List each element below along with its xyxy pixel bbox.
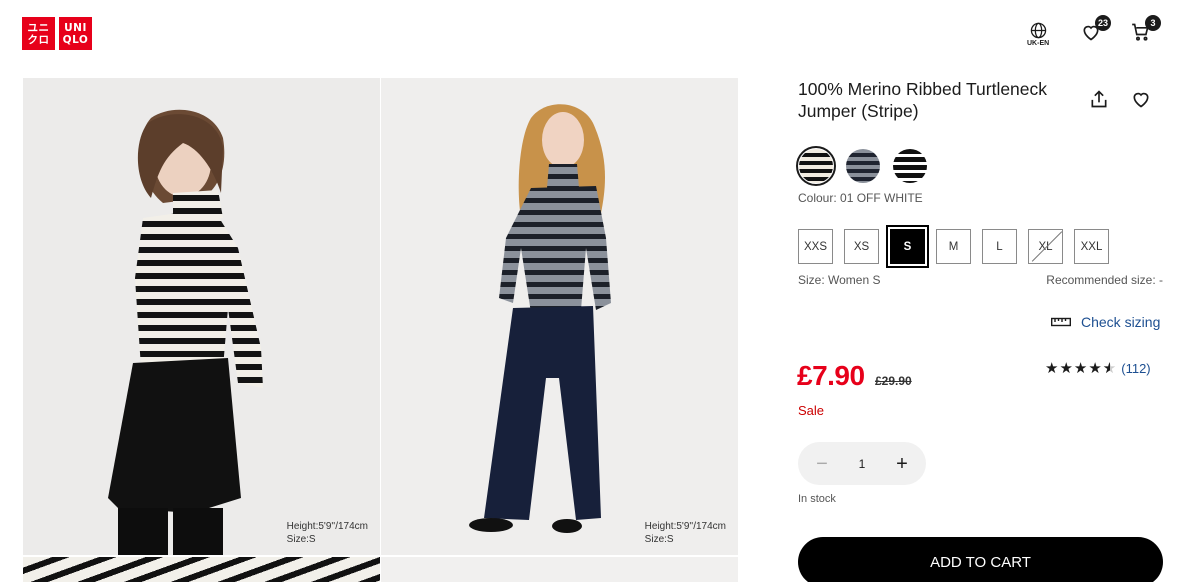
original-price: £29.90 <box>875 374 912 388</box>
product-title: 100% Merino Ribbed Turtleneck Jumper (St… <box>798 79 1048 121</box>
wishlist-count-badge: 23 <box>1094 15 1111 31</box>
globe-icon <box>1030 22 1046 39</box>
locale-label: UK-EN <box>1027 40 1050 47</box>
model-photo-illustration <box>469 104 611 533</box>
uniqlo-logo[interactable]: ユニ クロ UNI QLO <box>22 17 92 50</box>
size-label: Size: Women S <box>798 273 881 287</box>
product-photo-3[interactable] <box>23 557 380 582</box>
quantity-value: 1 <box>858 456 866 471</box>
cart-button[interactable]: 3 <box>1130 15 1161 42</box>
size-xl[interactable]: XL <box>1028 229 1063 264</box>
size-l[interactable]: L <box>982 229 1017 264</box>
product-photo-1[interactable]: Height:5'9''/174cm Size:S <box>23 78 380 555</box>
sale-label: Sale <box>798 403 825 418</box>
size-s[interactable]: S <box>886 225 929 268</box>
size-xs[interactable]: XS <box>844 229 879 264</box>
model-photo-illustration <box>108 109 263 555</box>
swatch-fill <box>893 149 927 183</box>
logo-latin-line-2: QLO <box>62 33 89 46</box>
logo-kanji-line-2: クロ <box>27 33 50 46</box>
check-sizing-label: Check sizing <box>1081 314 1161 330</box>
colour-label: Colour: 01 OFF WHITE <box>798 191 923 205</box>
add-to-wishlist-button[interactable] <box>1131 89 1151 114</box>
photo-caption: Height:5'9''/174cm Size:S <box>645 520 726 546</box>
heart-icon <box>1133 92 1149 108</box>
logo-latin-box: UNI QLO <box>59 17 92 50</box>
swatch-black[interactable] <box>890 146 930 186</box>
cart-count-badge: 3 <box>1145 15 1161 31</box>
product-photo-4[interactable] <box>381 557 738 582</box>
decrease-quantity-button[interactable]: − <box>812 454 832 474</box>
logo-kanji-line-1: ユニ <box>27 21 50 34</box>
swatch-grey[interactable] <box>843 146 883 186</box>
size-selector: XXS XS S M L XL XXL <box>798 225 1109 268</box>
model-height: Height:5'9''/174cm <box>286 521 368 532</box>
rating-count[interactable]: (112) <box>1121 361 1150 376</box>
stock-status: In stock <box>798 493 836 505</box>
recommended-size: Recommended size: - <box>1046 273 1163 287</box>
model-height: Height:5'9''/174cm <box>644 521 726 532</box>
model-size: Size:S <box>644 534 674 545</box>
increase-quantity-button[interactable]: + <box>892 454 912 474</box>
quantity-stepper: − 1 + <box>798 442 926 485</box>
logo-latin-line-1: UNI <box>64 21 87 34</box>
size-xxl[interactable]: XXL <box>1074 229 1109 264</box>
add-to-cart-button[interactable]: ADD TO CART <box>798 537 1163 582</box>
logo-kanji-box: ユニ クロ <box>22 17 55 50</box>
rating-stars-icon: ★★★★★★ <box>1045 360 1118 377</box>
size-xxs[interactable]: XXS <box>798 229 833 264</box>
swatch-fill <box>846 149 880 183</box>
colour-swatches <box>796 146 930 186</box>
ruler-icon <box>1051 317 1071 327</box>
photo-caption: Height:5'9''/174cm Size:S <box>287 520 368 546</box>
swatch-fill <box>799 149 833 183</box>
wishlist-button[interactable]: 23 <box>1081 15 1111 42</box>
sale-price: £7.90 <box>797 360 865 391</box>
product-photo-2[interactable]: Height:5'9''/174cm Size:S <box>381 78 738 555</box>
share-button[interactable] <box>1089 89 1109 114</box>
model-size: Size:S <box>286 534 316 545</box>
share-icon <box>1091 90 1107 108</box>
product-rating[interactable]: ★★★★★★ (112) <box>1045 359 1151 377</box>
check-sizing-link[interactable]: Check sizing <box>1051 314 1160 330</box>
swatch-off-white[interactable] <box>796 146 836 186</box>
size-m[interactable]: M <box>936 229 971 264</box>
locale-selector[interactable]: UK-EN <box>1027 22 1049 47</box>
